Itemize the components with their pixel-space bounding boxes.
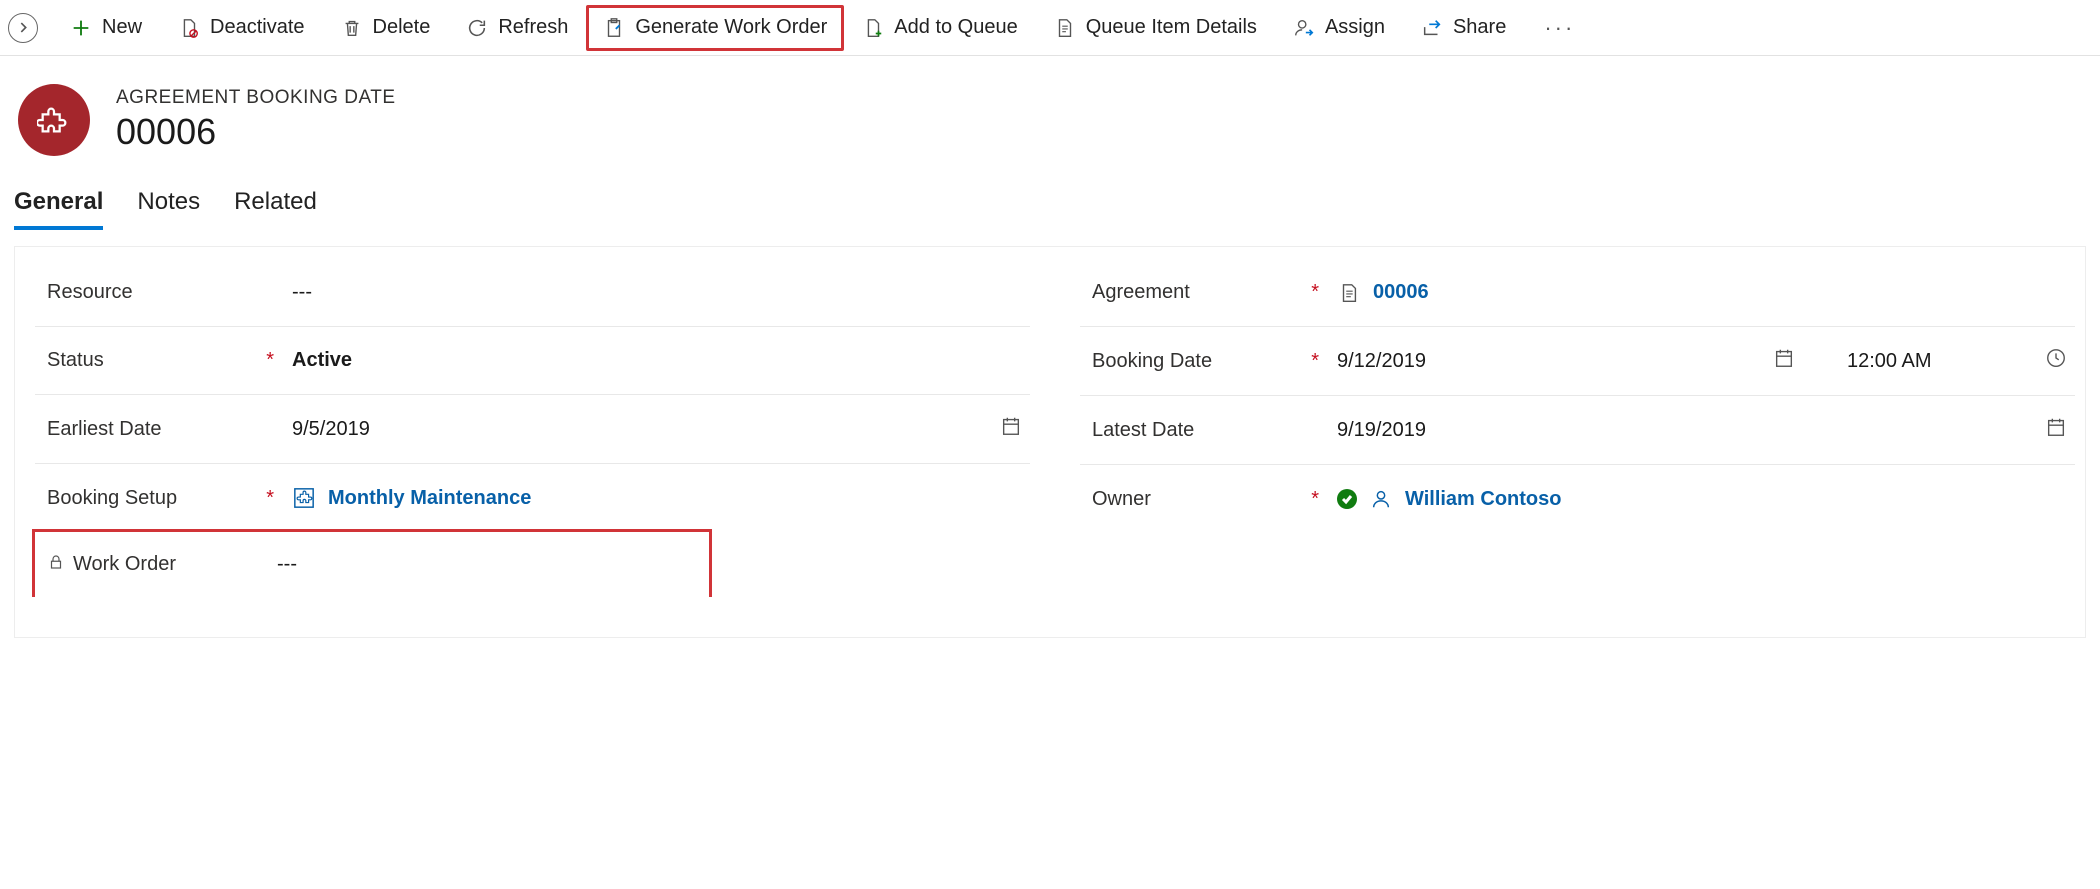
work-order-label: Work Order — [73, 553, 176, 576]
command-bar: New Deactivate Delete Refresh Generate W… — [0, 0, 2100, 56]
delete-label: Delete — [373, 16, 431, 39]
tab-general[interactable]: General — [14, 188, 103, 230]
delete-button[interactable]: Delete — [323, 8, 449, 48]
resource-value: --- — [292, 281, 312, 304]
required-marker: * — [266, 487, 274, 510]
new-label: New — [102, 16, 142, 39]
field-booking-setup[interactable]: Booking Setup * Monthly Maintenance — [35, 464, 1030, 532]
add-to-queue-label: Add to Queue — [894, 16, 1017, 39]
entity-badge — [18, 84, 90, 156]
queue-item-details-button[interactable]: Queue Item Details — [1036, 8, 1275, 48]
record-title: 00006 — [116, 111, 396, 153]
puzzle-icon — [292, 486, 316, 510]
generate-work-order-button[interactable]: Generate Work Order — [586, 5, 844, 51]
add-to-queue-icon — [862, 17, 884, 39]
status-label: Status — [47, 349, 104, 372]
field-owner[interactable]: Owner * William Contoso — [1080, 465, 2075, 533]
refresh-label: Refresh — [498, 16, 568, 39]
form-col-right: Agreement * 00006 Booking Date * — [1080, 259, 2075, 597]
trash-icon — [341, 17, 363, 39]
booking-date-label: Booking Date — [1092, 350, 1212, 373]
tab-notes[interactable]: Notes — [137, 188, 200, 230]
field-earliest-date[interactable]: Earliest Date 9/5/2019 — [35, 395, 1030, 464]
latest-date-value: 9/19/2019 — [1337, 419, 1426, 442]
field-booking-date[interactable]: Booking Date * 9/12/2019 12:00 AM — [1080, 327, 2075, 396]
resource-label: Resource — [47, 281, 133, 304]
form-body: Resource --- Status * Active Earliest Da… — [14, 246, 2086, 638]
generate-work-order-label: Generate Work Order — [635, 16, 827, 39]
entity-type-label: AGREEMENT BOOKING DATE — [116, 87, 396, 109]
field-resource[interactable]: Resource --- — [35, 259, 1030, 327]
refresh-button[interactable]: Refresh — [448, 8, 586, 48]
person-icon — [1369, 487, 1393, 511]
puzzle-icon — [37, 103, 71, 137]
field-work-order[interactable]: Work Order --- — [32, 529, 712, 597]
share-label: Share — [1453, 16, 1506, 39]
back-button[interactable] — [8, 13, 38, 43]
assign-icon — [1293, 17, 1315, 39]
work-order-value: --- — [277, 553, 297, 576]
earliest-date-label: Earliest Date — [47, 418, 162, 441]
assign-button[interactable]: Assign — [1275, 8, 1403, 48]
booking-date-value: 9/12/2019 — [1337, 350, 1426, 373]
tab-list: General Notes Related — [0, 174, 2100, 230]
deactivate-label: Deactivate — [210, 16, 305, 39]
latest-date-label: Latest Date — [1092, 419, 1194, 442]
status-value: Active — [292, 349, 352, 372]
deactivate-button[interactable]: Deactivate — [160, 8, 323, 48]
document-icon — [1337, 281, 1361, 305]
required-marker: * — [1311, 350, 1319, 373]
plus-icon — [70, 17, 92, 39]
field-latest-date[interactable]: Latest Date 9/19/2019 — [1080, 396, 2075, 465]
record-header: AGREEMENT BOOKING DATE 00006 — [0, 56, 2100, 174]
agreement-value[interactable]: 00006 — [1373, 281, 1429, 304]
overflow-menu[interactable]: ··· — [1532, 15, 1587, 41]
field-agreement[interactable]: Agreement * 00006 — [1080, 259, 2075, 327]
calendar-icon[interactable] — [1000, 415, 1022, 443]
new-button[interactable]: New — [52, 8, 160, 48]
lock-icon — [47, 553, 65, 577]
required-marker: * — [1311, 488, 1319, 511]
queue-item-details-label: Queue Item Details — [1086, 16, 1257, 39]
presence-available-icon — [1337, 489, 1357, 509]
chevron-right-icon — [18, 22, 29, 33]
booking-time-value: 12:00 AM — [1847, 350, 1932, 373]
header-text: AGREEMENT BOOKING DATE 00006 — [116, 87, 396, 153]
field-status[interactable]: Status * Active — [35, 327, 1030, 395]
queue-details-icon — [1054, 17, 1076, 39]
owner-value[interactable]: William Contoso — [1405, 488, 1561, 511]
required-marker: * — [1311, 281, 1319, 304]
agreement-label: Agreement — [1092, 281, 1190, 304]
share-button[interactable]: Share — [1403, 8, 1524, 48]
owner-label: Owner — [1092, 488, 1151, 511]
calendar-icon[interactable] — [2045, 416, 2067, 444]
refresh-icon — [466, 17, 488, 39]
calendar-icon[interactable] — [1773, 347, 1795, 375]
clipboard-icon — [603, 17, 625, 39]
form-col-left: Resource --- Status * Active Earliest Da… — [35, 259, 1030, 597]
required-marker: * — [266, 349, 274, 372]
add-to-queue-button[interactable]: Add to Queue — [844, 8, 1035, 48]
earliest-date-value: 9/5/2019 — [292, 418, 370, 441]
booking-setup-label: Booking Setup — [47, 487, 177, 510]
booking-setup-value[interactable]: Monthly Maintenance — [328, 487, 531, 510]
clock-icon[interactable] — [2045, 347, 2067, 375]
assign-label: Assign — [1325, 16, 1385, 39]
tab-related[interactable]: Related — [234, 188, 317, 230]
share-icon — [1421, 17, 1443, 39]
deactivate-icon — [178, 17, 200, 39]
